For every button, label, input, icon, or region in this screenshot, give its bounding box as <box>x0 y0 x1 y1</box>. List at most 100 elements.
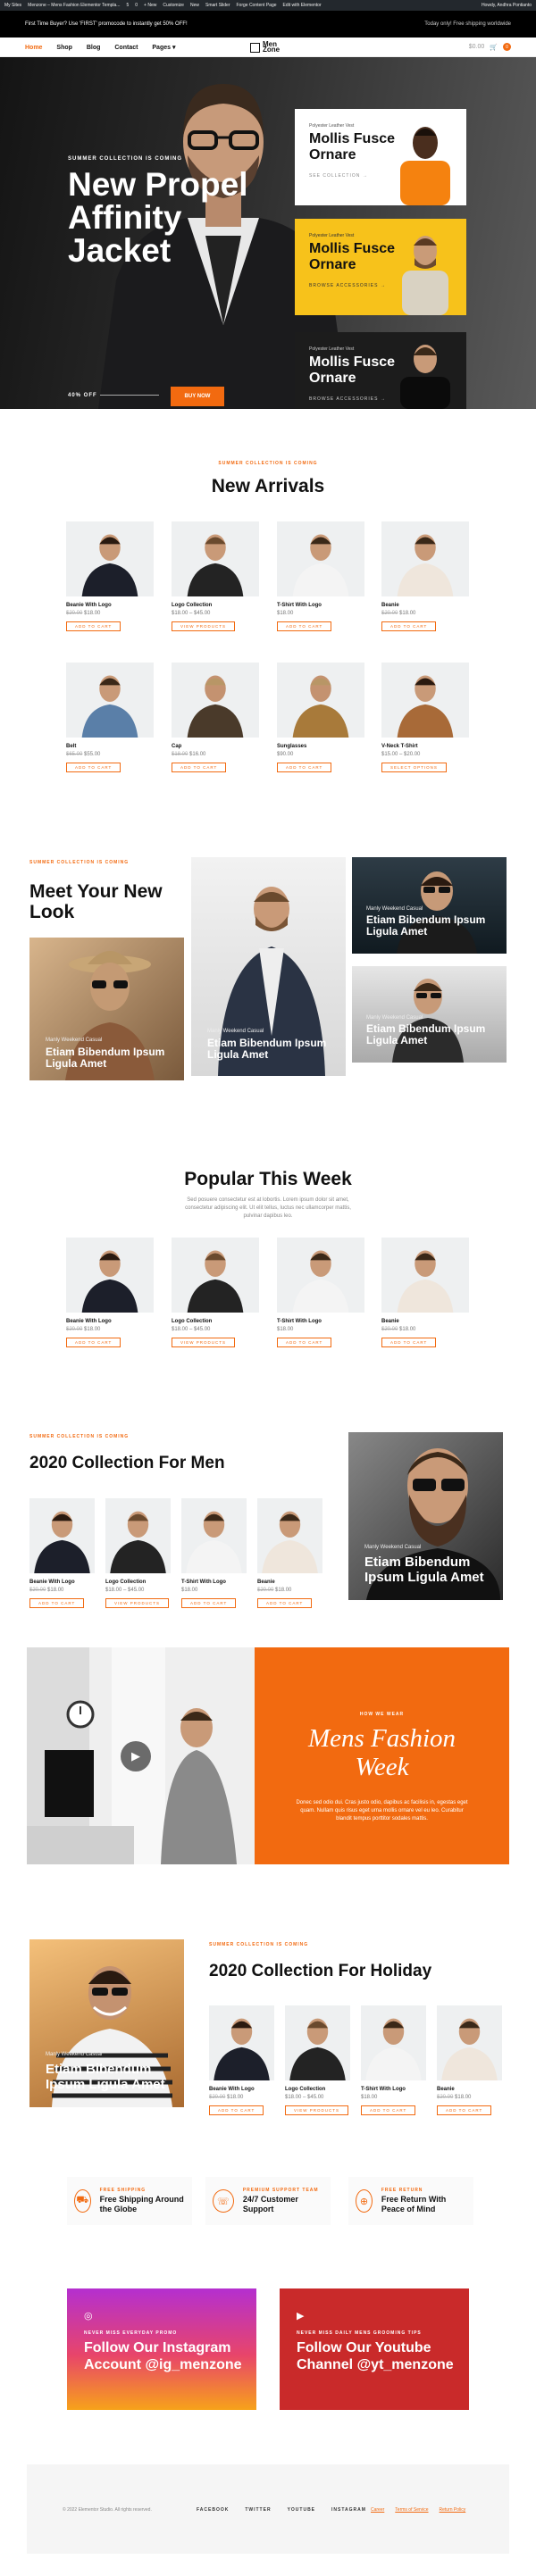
instagram-card[interactable]: ◎ NEVER MISS EVERYDAY PROMO Follow Our I… <box>67 2288 256 2410</box>
product-name[interactable]: Beanie With Logo <box>66 1319 154 1324</box>
product-image[interactable] <box>66 1238 154 1313</box>
product-card[interactable]: Beanie With Logo $20.00 $18.00 ADD TO CA… <box>29 1498 95 1609</box>
admin-item[interactable]: My Sites <box>4 3 21 8</box>
nav-home[interactable]: Home <box>25 45 42 51</box>
product-button[interactable]: ADD TO CART <box>66 763 121 772</box>
product-image[interactable] <box>209 2005 274 2080</box>
product-card[interactable]: Logo Collection $18.00 – $45.00 VIEW PRO… <box>105 1498 171 1609</box>
product-button[interactable]: ADD TO CART <box>361 2105 416 2115</box>
admin-item[interactable]: Customize <box>163 3 184 8</box>
product-card[interactable]: Beanie With Logo $20.00 $18.00 ADD TO CA… <box>209 2005 274 2116</box>
cart-total[interactable]: $0.00 <box>469 44 485 50</box>
look-card-2[interactable]: Manly Weekend Casual Etiam Bibendum Ipsu… <box>191 857 346 1076</box>
product-name[interactable]: Beanie <box>437 2087 502 2092</box>
cart-icon[interactable]: 🛒 <box>490 44 498 51</box>
product-name[interactable]: Logo Collection <box>172 603 259 608</box>
hero-card-3[interactable]: Polyester Leather Vest Mollis Fusce Orna… <box>295 332 466 409</box>
product-card[interactable]: T-Shirt With Logo $18.00 ADD TO CART <box>277 521 364 632</box>
men-feature-card[interactable]: Manly Weekend Casual Etiam Bibendum Ipsu… <box>348 1432 503 1600</box>
nav-pages[interactable]: Pages ▾ <box>152 45 175 51</box>
product-image[interactable] <box>66 521 154 596</box>
footer-twitter-link[interactable]: TWITTER <box>245 2507 271 2513</box>
admin-item[interactable]: Menzone – Mens Fashion Elementor Templa.… <box>28 3 120 8</box>
product-name[interactable]: Beanie <box>381 603 469 608</box>
footer-career-link[interactable]: Career <box>371 2507 384 2513</box>
product-image[interactable] <box>277 1238 364 1313</box>
admin-howdy[interactable]: Howdy, Andhra Pontianto <box>482 3 532 8</box>
product-image[interactable] <box>361 2005 426 2080</box>
product-button[interactable]: ADD TO CART <box>172 763 227 772</box>
product-name[interactable]: T-Shirt With Logo <box>361 2087 426 2092</box>
footer-return-link[interactable]: Return Policy <box>440 2507 466 2513</box>
youtube-card[interactable]: ▶ NEVER MISS DAILY MENS GROOMING TIPS Fo… <box>280 2288 469 2410</box>
product-image[interactable] <box>437 2005 502 2080</box>
product-image[interactable] <box>181 1498 247 1573</box>
product-name[interactable]: Sunglasses <box>277 744 364 749</box>
product-button[interactable]: ADD TO CART <box>209 2105 264 2115</box>
product-card[interactable]: Beanie $20.00 $18.00 ADD TO CART <box>437 2005 502 2116</box>
footer-instagram-link[interactable]: INSTAGRAM <box>331 2507 366 2513</box>
product-button[interactable]: VIEW PRODUCTS <box>172 621 236 631</box>
hero-card-2[interactable]: Polyester Leather Vest Mollis Fusce Orna… <box>295 219 466 315</box>
footer-terms-link[interactable]: Terms of Service <box>395 2507 428 2513</box>
product-image[interactable] <box>381 521 469 596</box>
product-image[interactable] <box>277 663 364 738</box>
product-name[interactable]: V-Neck T-Shirt <box>381 744 469 749</box>
product-name[interactable]: T-Shirt With Logo <box>277 603 364 608</box>
product-button[interactable]: VIEW PRODUCTS <box>172 1338 236 1347</box>
footer-youtube-link[interactable]: YOUTUBE <box>288 2507 315 2513</box>
product-card[interactable]: Logo Collection $18.00 – $45.00 VIEW PRO… <box>172 1238 259 1348</box>
admin-item[interactable]: 0 <box>135 3 138 8</box>
play-icon[interactable]: ▶ <box>121 1741 151 1772</box>
product-name[interactable]: Logo Collection <box>172 1319 259 1324</box>
product-button[interactable]: ADD TO CART <box>66 621 121 631</box>
product-card[interactable]: Logo Collection $18.00 – $45.00 VIEW PRO… <box>172 521 259 632</box>
product-card[interactable]: Beanie $20.00 $18.00 ADD TO CART <box>257 1498 322 1609</box>
product-name[interactable]: T-Shirt With Logo <box>181 1580 247 1585</box>
product-name[interactable]: T-Shirt With Logo <box>277 1319 364 1324</box>
site-logo[interactable]: Men Zone <box>250 41 280 54</box>
product-button[interactable]: ADD TO CART <box>277 1338 332 1347</box>
product-card[interactable]: Cap $18.00 $16.00 ADD TO CART <box>172 663 259 773</box>
product-name[interactable]: Beanie With Logo <box>29 1580 95 1585</box>
admin-item[interactable]: 5 <box>126 3 129 8</box>
product-name[interactable]: Beanie <box>257 1580 322 1585</box>
product-button[interactable]: SELECT OPTIONS <box>381 763 447 772</box>
hero-card-1[interactable]: Polyester Leather Vest Mollis Fusce Orna… <box>295 109 466 205</box>
product-name[interactable]: Logo Collection <box>105 1580 171 1585</box>
product-card[interactable]: Beanie With Logo $20.00 $18.00 ADD TO CA… <box>66 1238 154 1348</box>
product-card[interactable]: Belt $65.00 $55.00 ADD TO CART <box>66 663 154 773</box>
product-image[interactable] <box>277 521 364 596</box>
product-name[interactable]: Beanie <box>381 1319 469 1324</box>
admin-item[interactable]: New <box>190 3 199 8</box>
video-block[interactable]: ▶ <box>27 1647 255 1864</box>
product-image[interactable] <box>381 1238 469 1313</box>
product-button[interactable]: VIEW PRODUCTS <box>105 1598 170 1608</box>
admin-item[interactable]: Smart Slider <box>205 3 230 8</box>
product-card[interactable]: Beanie $20.00 $18.00 ADD TO CART <box>381 521 469 632</box>
nav-shop[interactable]: Shop <box>56 45 72 51</box>
product-image[interactable] <box>172 663 259 738</box>
product-button[interactable]: ADD TO CART <box>66 1338 121 1347</box>
look-card-4[interactable]: Manly Weekend Casual Etiam Bibendum Ipsu… <box>352 966 507 1063</box>
product-name[interactable]: Logo Collection <box>285 2087 350 2092</box>
product-card[interactable]: Beanie $20.00 $18.00 ADD TO CART <box>381 1238 469 1348</box>
product-button[interactable]: ADD TO CART <box>257 1598 313 1608</box>
product-image[interactable] <box>257 1498 322 1573</box>
product-name[interactable]: Beanie With Logo <box>209 2087 274 2092</box>
product-button[interactable]: VIEW PRODUCTS <box>285 2105 349 2115</box>
product-card[interactable]: Logo Collection $18.00 – $45.00 VIEW PRO… <box>285 2005 350 2116</box>
product-button[interactable]: ADD TO CART <box>277 621 332 631</box>
product-card[interactable]: T-Shirt With Logo $18.00 ADD TO CART <box>361 2005 426 2116</box>
buy-now-button[interactable]: BUY NOW <box>171 387 224 406</box>
product-button[interactable]: ADD TO CART <box>29 1598 85 1608</box>
product-card[interactable]: V-Neck T-Shirt $15.00 – $20.00 SELECT OP… <box>381 663 469 773</box>
product-card[interactable]: Sunglasses $90.00 ADD TO CART <box>277 663 364 773</box>
product-image[interactable] <box>172 521 259 596</box>
look-card-1[interactable]: Manly Weekend Casual Etiam Bibendum Ipsu… <box>29 938 184 1080</box>
product-image[interactable] <box>66 663 154 738</box>
product-card[interactable]: T-Shirt With Logo $18.00 ADD TO CART <box>181 1498 247 1609</box>
product-button[interactable]: ADD TO CART <box>277 763 332 772</box>
product-image[interactable] <box>172 1238 259 1313</box>
look-card-3[interactable]: Manly Weekend Casual Etiam Bibendum Ipsu… <box>352 857 507 954</box>
